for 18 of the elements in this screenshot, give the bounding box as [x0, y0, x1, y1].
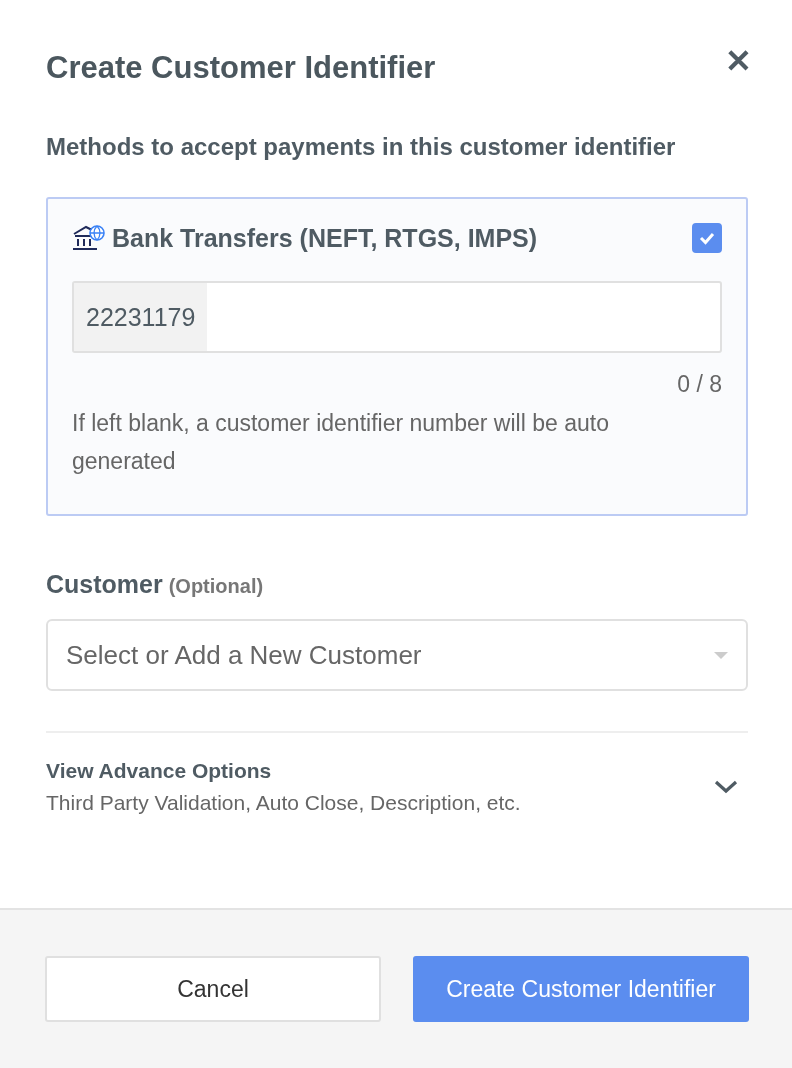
character-counter: 0 / 8: [676, 371, 722, 398]
advance-options-subtitle: Third Party Validation, Auto Close, Description, etc.: [46, 791, 521, 815]
advance-options-title: View Advance Options: [46, 759, 273, 783]
dialog-title: Create Customer Identifier: [46, 50, 436, 86]
prefix-text: 22231179: [74, 283, 208, 351]
optional-note: (Optional): [168, 575, 264, 597]
customer-select[interactable]: Select or Add a New Customer: [46, 619, 748, 691]
create-button[interactable]: Create Customer Identifier: [413, 956, 749, 1022]
bank-globe-icon: [72, 224, 106, 252]
customer-label: Customer: [46, 570, 163, 598]
chevron-icon[interactable]: [714, 780, 738, 794]
section-heading: Methods to accept payments in this customer identifier: [46, 132, 676, 162]
identifier-input[interactable]: 22231179: [72, 281, 722, 353]
method-label: Bank Transfers (NEFT, RTGS, IMPS): [112, 223, 539, 253]
close-button[interactable]: ✕: [725, 42, 752, 80]
checkbox[interactable]: [692, 223, 722, 253]
cancel-button[interactable]: Cancel: [45, 956, 381, 1022]
hint-text: If left blank, a customer identifier number will be auto generated: [72, 409, 610, 476]
